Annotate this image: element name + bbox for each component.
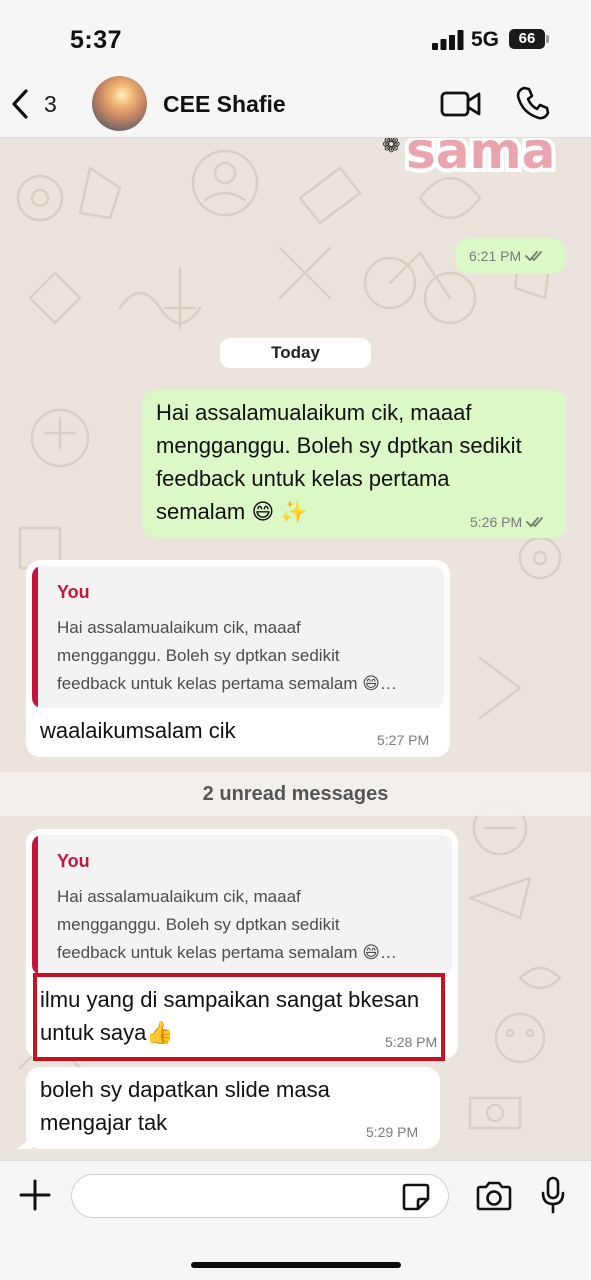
quote-line: feedback untuk kelas pertama semalam 😄… — [57, 943, 397, 962]
battery-icon: 66 — [509, 29, 545, 49]
annotation-highlight-box — [33, 973, 445, 1061]
composer-bar — [0, 1160, 591, 1280]
message-time: 5:26 PM — [470, 514, 523, 530]
contact-name[interactable]: CEE Shafie — [163, 91, 286, 118]
plus-icon[interactable] — [18, 1178, 52, 1212]
chevron-left-icon — [12, 89, 28, 119]
quote-line: mengganggu. Boleh sy dptkan sedikit — [57, 646, 340, 665]
message-line: feedback untuk kelas pertama — [156, 466, 450, 491]
double-check-icon — [525, 251, 543, 262]
message-meta: 5:27 PM — [377, 732, 429, 748]
message-bubble-incoming[interactable]: You Hai assalamualaikum cik, maaaf mengg… — [26, 560, 450, 757]
message-time: 6:21 PM — [469, 248, 522, 264]
network-type: 5G — [471, 28, 500, 51]
video-camera-icon[interactable] — [440, 88, 482, 120]
double-check-icon — [526, 517, 544, 528]
message-meta: 6:21 PM — [469, 248, 545, 264]
message-text: Hai assalamualaikum cik, maaaf menggangg… — [156, 396, 556, 528]
quote-line: Hai assalamualaikum cik, maaaf — [57, 887, 301, 906]
quote-line: Hai assalamualaikum cik, maaaf — [57, 618, 301, 637]
signal-strength-icon — [432, 30, 464, 50]
quoted-message[interactable]: You Hai assalamualaikum cik, maaaf mengg… — [32, 835, 452, 975]
avatar[interactable] — [92, 76, 147, 131]
home-indicator — [191, 1262, 401, 1268]
message-line: mengganggu. Boleh sy dptkan sedikit — [156, 433, 522, 458]
status-time: 5:37 — [70, 26, 123, 54]
camera-icon[interactable] — [475, 1180, 513, 1212]
quote-accent-bar — [32, 566, 38, 708]
phone-icon[interactable] — [515, 85, 551, 121]
message-line: Hai assalamualaikum cik, maaaf — [156, 400, 472, 425]
message-bubble-outgoing[interactable]: Hai assalamualaikum cik, maaaf menggangg… — [142, 390, 566, 538]
quote-accent-bar — [32, 835, 38, 975]
date-separator: Today — [220, 338, 371, 368]
quoted-message[interactable]: You Hai assalamualaikum cik, maaaf mengg… — [32, 566, 444, 708]
sticker-icon[interactable] — [401, 1182, 431, 1212]
unread-messages-banner: 2 unread messages — [0, 772, 591, 816]
quote-author: You — [57, 851, 90, 871]
message-bubble-incoming[interactable]: boleh sy dapatkan slide masa mengajar ta… — [26, 1067, 440, 1149]
bubble-tail — [16, 1131, 32, 1149]
message-meta: 5:29 PM — [366, 1124, 418, 1140]
battery-tip — [546, 35, 549, 43]
message-bubble-outgoing[interactable]: 6:21 PM — [455, 238, 565, 274]
message-line: boleh sy dapatkan slide masa — [40, 1077, 330, 1102]
message-meta: 5:26 PM — [470, 514, 546, 530]
message-time: 5:27 PM — [377, 732, 430, 748]
microphone-icon[interactable] — [540, 1176, 566, 1214]
chat-header: 5:37 5G 66 3 CEE Shafie — [0, 0, 591, 138]
quote-line: feedback untuk kelas pertama semalam 😄… — [57, 674, 397, 693]
quote-text: Hai assalamualaikum cik, maaaf menggangg… — [57, 614, 444, 698]
quote-author: You — [57, 582, 90, 602]
back-button[interactable]: 3 — [10, 86, 66, 122]
message-text: waalaikumsalam cik — [40, 718, 236, 743]
message-input[interactable] — [71, 1174, 449, 1218]
message-time: 5:29 PM — [366, 1124, 419, 1140]
quote-line: mengganggu. Boleh sy dptkan sedikit — [57, 915, 340, 934]
quote-text: Hai assalamualaikum cik, maaaf menggangg… — [57, 883, 449, 967]
unread-chats-count: 3 — [44, 90, 57, 117]
